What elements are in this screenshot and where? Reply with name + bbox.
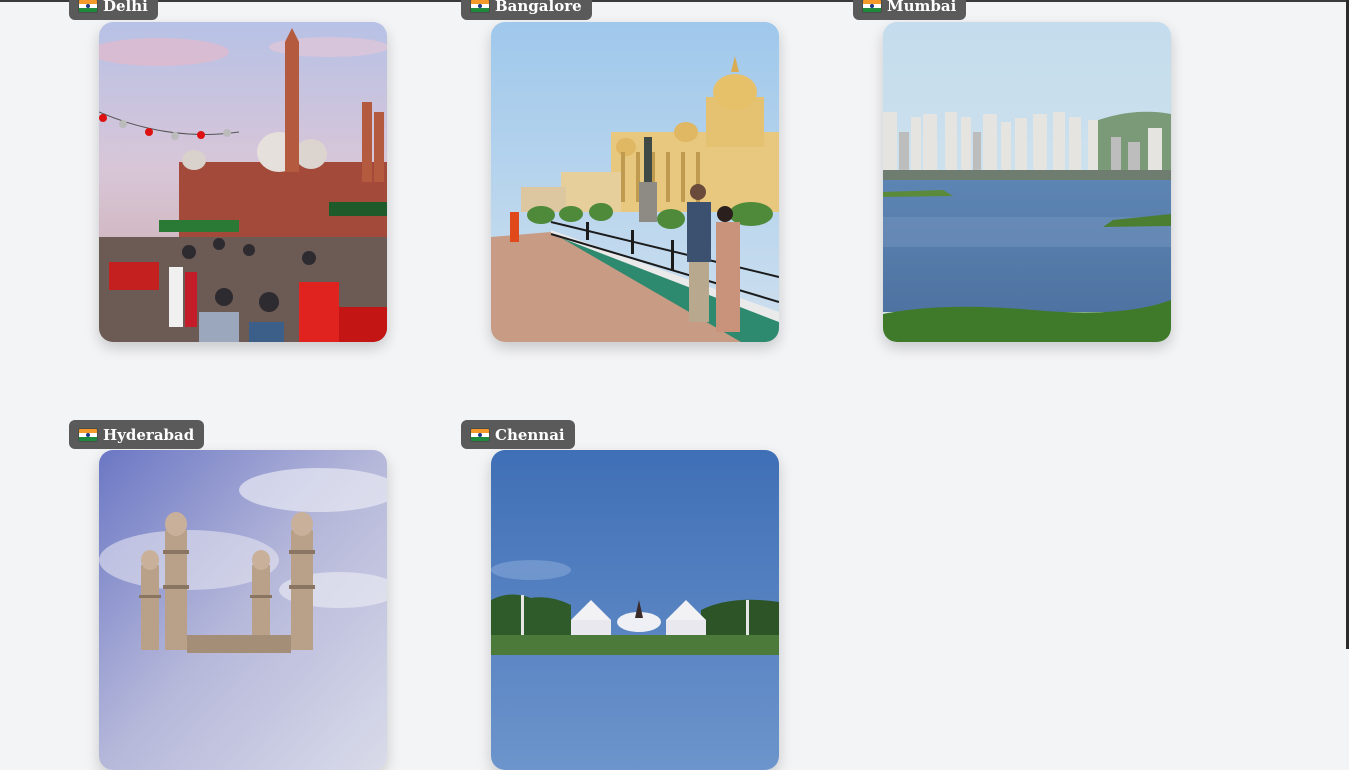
india-flag-icon bbox=[471, 428, 489, 441]
india-flag-icon bbox=[863, 0, 881, 12]
delhi-photo bbox=[99, 22, 387, 342]
city-card-hyderabad[interactable] bbox=[99, 450, 387, 770]
city-name: Chennai bbox=[495, 425, 565, 444]
window-top-border bbox=[0, 0, 1349, 2]
city-card-delhi[interactable] bbox=[99, 22, 387, 342]
india-flag-icon bbox=[79, 0, 97, 12]
city-tag-mumbai: Mumbai bbox=[853, 0, 967, 20]
chennai-photo bbox=[491, 450, 779, 770]
city-name: Mumbai bbox=[887, 0, 957, 15]
bangalore-photo bbox=[491, 22, 779, 342]
hyderabad-photo bbox=[99, 450, 387, 770]
city-tag-chennai: Chennai bbox=[461, 420, 575, 449]
city-card-mumbai[interactable] bbox=[883, 22, 1171, 342]
city-tag-bangalore: Bangalore bbox=[461, 0, 592, 20]
india-flag-icon bbox=[79, 428, 97, 441]
mumbai-photo bbox=[883, 22, 1171, 342]
city-name: Delhi bbox=[103, 0, 148, 15]
city-name: Bangalore bbox=[495, 0, 582, 15]
city-card-chennai[interactable] bbox=[491, 450, 779, 770]
india-flag-icon bbox=[471, 0, 489, 12]
city-tag-delhi: Delhi bbox=[69, 0, 158, 20]
city-card-bangalore[interactable] bbox=[491, 22, 779, 342]
city-name: Hyderabad bbox=[103, 425, 195, 444]
city-tag-hyderabad: Hyderabad bbox=[69, 420, 205, 449]
